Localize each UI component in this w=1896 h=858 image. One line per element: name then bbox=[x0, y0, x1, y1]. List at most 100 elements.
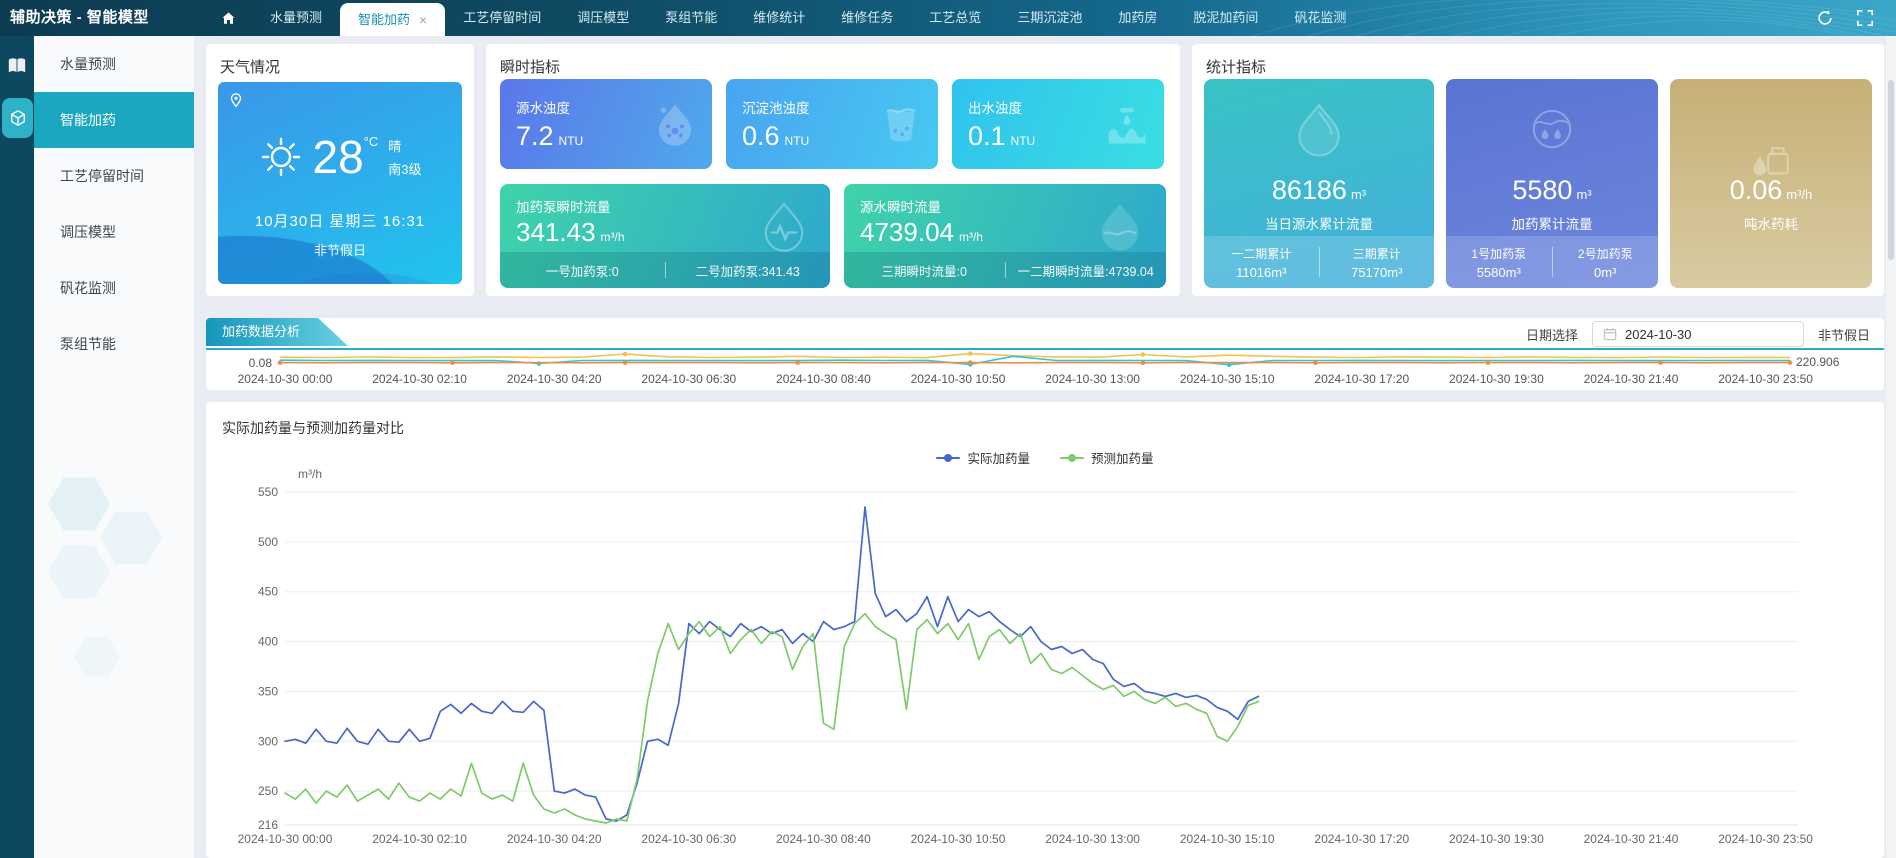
card-unit: m³/h bbox=[601, 230, 625, 244]
location-icon bbox=[228, 92, 244, 108]
dosing-analysis-mini-chart: 0.08220.9062024-10-30 00:002024-10-30 02… bbox=[206, 318, 1884, 390]
temperature: 28°C bbox=[313, 134, 379, 180]
sidebar-item-process-retention[interactable]: 工艺停留时间 bbox=[34, 148, 194, 204]
sediment-cup-icon bbox=[878, 101, 924, 147]
hexagon-decoration bbox=[48, 476, 110, 532]
tab-dosing-room[interactable]: 加药房 bbox=[1100, 0, 1175, 36]
svg-text:2024-10-30 21:40: 2024-10-30 21:40 bbox=[1584, 832, 1679, 846]
sun-icon bbox=[259, 135, 303, 179]
svg-text:2024-10-30 21:40: 2024-10-30 21:40 bbox=[1584, 372, 1679, 386]
svg-text:2024-10-30 08:40: 2024-10-30 08:40 bbox=[776, 832, 871, 846]
svg-text:450: 450 bbox=[258, 585, 278, 599]
card-unit: m³ bbox=[1351, 187, 1366, 202]
statistics-panel: 统计指标 86186m³ 当日源水累计流量 一二期累计 11016m³ 三期累计… bbox=[1192, 44, 1884, 296]
sidebar: 水量预测 智能加药 工艺停留时间 调压模型 矾花监测 泵组节能 bbox=[34, 36, 194, 858]
hexagon-decoration bbox=[100, 510, 162, 566]
source-turbidity-card: 源水浊度 7.2NTU bbox=[500, 79, 712, 169]
card-footer: 一号加药泵:0 二号加药泵:341.43 bbox=[500, 252, 830, 288]
svg-text:2024-10-30 00:00: 2024-10-30 00:00 bbox=[238, 832, 333, 846]
card-label: 源水浊度 bbox=[516, 97, 570, 117]
card-value: 0.1NTU bbox=[968, 121, 1035, 152]
tab-phase3-sedimentation[interactable]: 三期沉淀池 bbox=[999, 0, 1100, 36]
pump2-flow: 二号加药泵:341.43 bbox=[666, 261, 831, 280]
weather-wind: 南3级 bbox=[388, 159, 421, 178]
svg-text:550: 550 bbox=[258, 485, 278, 499]
pump1-flow: 一号加药泵:0 bbox=[500, 261, 665, 280]
svg-text:2024-10-30 15:10: 2024-10-30 15:10 bbox=[1180, 372, 1275, 386]
weather-panel: 天气情况 28°C 晴 南3级 10月30日 bbox=[206, 44, 474, 296]
svg-text:2024-10-30 04:20: 2024-10-30 04:20 bbox=[507, 832, 602, 846]
tab-pressure-model[interactable]: 调压模型 bbox=[559, 0, 647, 36]
svg-text:2024-10-30 10:50: 2024-10-30 10:50 bbox=[911, 832, 1006, 846]
card-value: 0.06m³/h bbox=[1670, 175, 1872, 206]
scrollbar-thumb[interactable] bbox=[1888, 80, 1894, 260]
tab-water-forecast[interactable]: 水量预测 bbox=[252, 0, 340, 36]
svg-text:350: 350 bbox=[258, 684, 278, 698]
phase12-cumulative: 一二期累计 11016m³ bbox=[1204, 245, 1319, 280]
fullscreen-icon[interactable] bbox=[1856, 9, 1874, 27]
svg-text:2024-10-30 23:50: 2024-10-30 23:50 bbox=[1718, 372, 1813, 386]
svg-text:2024-10-30 23:50: 2024-10-30 23:50 bbox=[1718, 832, 1813, 846]
svg-text:220.906: 220.906 bbox=[1796, 355, 1840, 369]
instant-panel-title: 瞬时指标 bbox=[500, 56, 560, 77]
weather-current: 28°C 晴 南3级 bbox=[218, 134, 462, 180]
svg-text:2024-10-30 17:20: 2024-10-30 17:20 bbox=[1314, 372, 1409, 386]
model-rail-button[interactable] bbox=[2, 98, 33, 138]
home-button[interactable] bbox=[214, 0, 242, 36]
model-cube-icon bbox=[9, 109, 27, 127]
tab-floc-monitoring[interactable]: 矾花监测 bbox=[1276, 0, 1364, 36]
svg-text:500: 500 bbox=[258, 535, 278, 549]
icon-rail bbox=[0, 36, 34, 858]
outflow-water-icon bbox=[1104, 101, 1150, 147]
weather-panel-title: 天气情况 bbox=[220, 56, 280, 77]
sidebar-item-floc-monitoring[interactable]: 矾花监测 bbox=[34, 260, 194, 316]
book-icon[interactable] bbox=[7, 56, 27, 76]
refresh-icon[interactable] bbox=[1816, 9, 1834, 27]
card-unit: NTU bbox=[785, 134, 810, 148]
card-label: 当日源水累计流量 bbox=[1204, 213, 1434, 233]
card-unit: NTU bbox=[1011, 134, 1036, 148]
instant-indicators-panel: 瞬时指标 源水浊度 7.2NTU 沉淀池浊度 0.6NTU 出水浊度 0.1NT… bbox=[486, 44, 1180, 296]
card-label: 加药泵瞬时流量 bbox=[516, 196, 611, 216]
svg-text:2024-10-30 13:00: 2024-10-30 13:00 bbox=[1045, 372, 1140, 386]
card-value: 86186m³ bbox=[1204, 175, 1434, 206]
tab-bar: 水量预测 智能加药 × 工艺停留时间 调压模型 泵组节能 维修统计 维修任务 工… bbox=[252, 0, 1364, 36]
svg-text:2024-10-30 15:10: 2024-10-30 15:10 bbox=[1180, 832, 1275, 846]
svg-text:2024-10-30 06:30: 2024-10-30 06:30 bbox=[641, 832, 736, 846]
topbar: 辅助决策 - 智能模型 水量预测 智能加药 × 工艺停留时间 调压模型 泵组节能… bbox=[0, 0, 1896, 36]
weather-date: 10月30日 星期三 16:31 bbox=[218, 210, 462, 231]
card-label: 吨水药耗 bbox=[1670, 213, 1872, 233]
sidebar-item-pump-energy[interactable]: 泵组节能 bbox=[34, 316, 194, 372]
pump-flow-icon bbox=[758, 200, 810, 252]
svg-text:300: 300 bbox=[258, 734, 278, 748]
card-unit: m³/h bbox=[959, 230, 983, 244]
svg-text:2024-10-30 06:30: 2024-10-30 06:30 bbox=[641, 372, 736, 386]
sidebar-item-pressure-model[interactable]: 调压模型 bbox=[34, 204, 194, 260]
tab-maintenance-tasks[interactable]: 维修任务 bbox=[823, 0, 911, 36]
card-unit: m³ bbox=[1576, 187, 1591, 202]
card-footer: 三期瞬时流量:0 一二期瞬时流量:4739.04 bbox=[844, 252, 1166, 288]
home-icon bbox=[221, 11, 236, 26]
topbar-actions bbox=[1816, 0, 1874, 36]
card-value: 5580m³ bbox=[1446, 175, 1658, 206]
pump2-cumulative: 2号加药泵 0m³ bbox=[1553, 245, 1659, 280]
tab-smart-dosing[interactable]: 智能加药 × bbox=[340, 3, 445, 36]
close-icon[interactable]: × bbox=[419, 13, 427, 27]
tab-pump-energy[interactable]: 泵组节能 bbox=[647, 0, 735, 36]
stats-panel-title: 统计指标 bbox=[1206, 56, 1266, 77]
tab-process-retention[interactable]: 工艺停留时间 bbox=[445, 0, 559, 36]
tab-maintenance-stats[interactable]: 维修统计 bbox=[735, 0, 823, 36]
dosing-pump-flow-card: 加药泵瞬时流量 341.43m³/h 一号加药泵:0 二号加药泵:341.43 bbox=[500, 184, 830, 288]
tab-process-overview[interactable]: 工艺总览 bbox=[911, 0, 999, 36]
weather-condition: 晴 bbox=[388, 136, 421, 155]
sidebar-item-smart-dosing[interactable]: 智能加药 bbox=[34, 92, 194, 148]
svg-text:400: 400 bbox=[258, 635, 278, 649]
tab-sludge-dosing-room[interactable]: 脱泥加药间 bbox=[1175, 0, 1276, 36]
cumulative-water-icon bbox=[1291, 101, 1347, 157]
dosing-analysis-panel: 加药数据分析 日期选择 2024-10-30 非节假日 0.08220.9062… bbox=[206, 318, 1884, 390]
sidebar-item-water-forecast[interactable]: 水量预测 bbox=[34, 36, 194, 92]
svg-text:2024-10-30 17:20: 2024-10-30 17:20 bbox=[1314, 832, 1409, 846]
card-label: 源水瞬时流量 bbox=[860, 196, 941, 216]
card-footer: 一二期累计 11016m³ 三期累计 75170m³ bbox=[1204, 236, 1434, 288]
card-value: 0.6NTU bbox=[742, 121, 809, 152]
